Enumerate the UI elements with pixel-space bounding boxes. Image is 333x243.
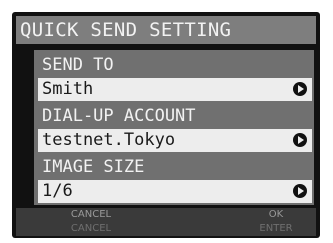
right-arrow-icon[interactable]: [293, 184, 307, 198]
camera-screen: QUICK SEND SETTING SEND TO Smith DIAL-UP…: [12, 12, 320, 238]
cancel-label: CANCEL: [70, 209, 112, 220]
dialup-account-value: testnet.Tokyo: [42, 130, 176, 150]
send-to-label: SEND TO: [42, 55, 114, 75]
right-arrow-icon[interactable]: [293, 82, 307, 96]
ok-button[interactable]: OK ENTER: [246, 208, 306, 236]
settings-panel: SEND TO Smith DIAL-UP ACCOUNT testnet.To…: [34, 50, 314, 205]
ok-label: OK: [268, 209, 284, 220]
screen-title: QUICK SEND SETTING: [16, 16, 316, 44]
send-to-field[interactable]: Smith: [38, 78, 312, 101]
soft-key-bar: CANCEL CANCEL OK ENTER: [16, 208, 316, 236]
cancel-sublabel: CANCEL: [70, 223, 112, 234]
dialup-account-field[interactable]: testnet.Tokyo: [38, 129, 312, 152]
send-to-value: Smith: [42, 79, 94, 99]
image-size-field[interactable]: 1/6: [38, 180, 312, 203]
image-size-label: IMAGE SIZE: [42, 157, 145, 177]
right-arrow-icon[interactable]: [293, 133, 307, 147]
image-size-value: 1/6: [42, 181, 73, 201]
dialup-account-label: DIAL-UP ACCOUNT: [42, 106, 196, 126]
cancel-button[interactable]: CANCEL CANCEL: [56, 208, 126, 236]
ok-sublabel: ENTER: [259, 223, 293, 234]
